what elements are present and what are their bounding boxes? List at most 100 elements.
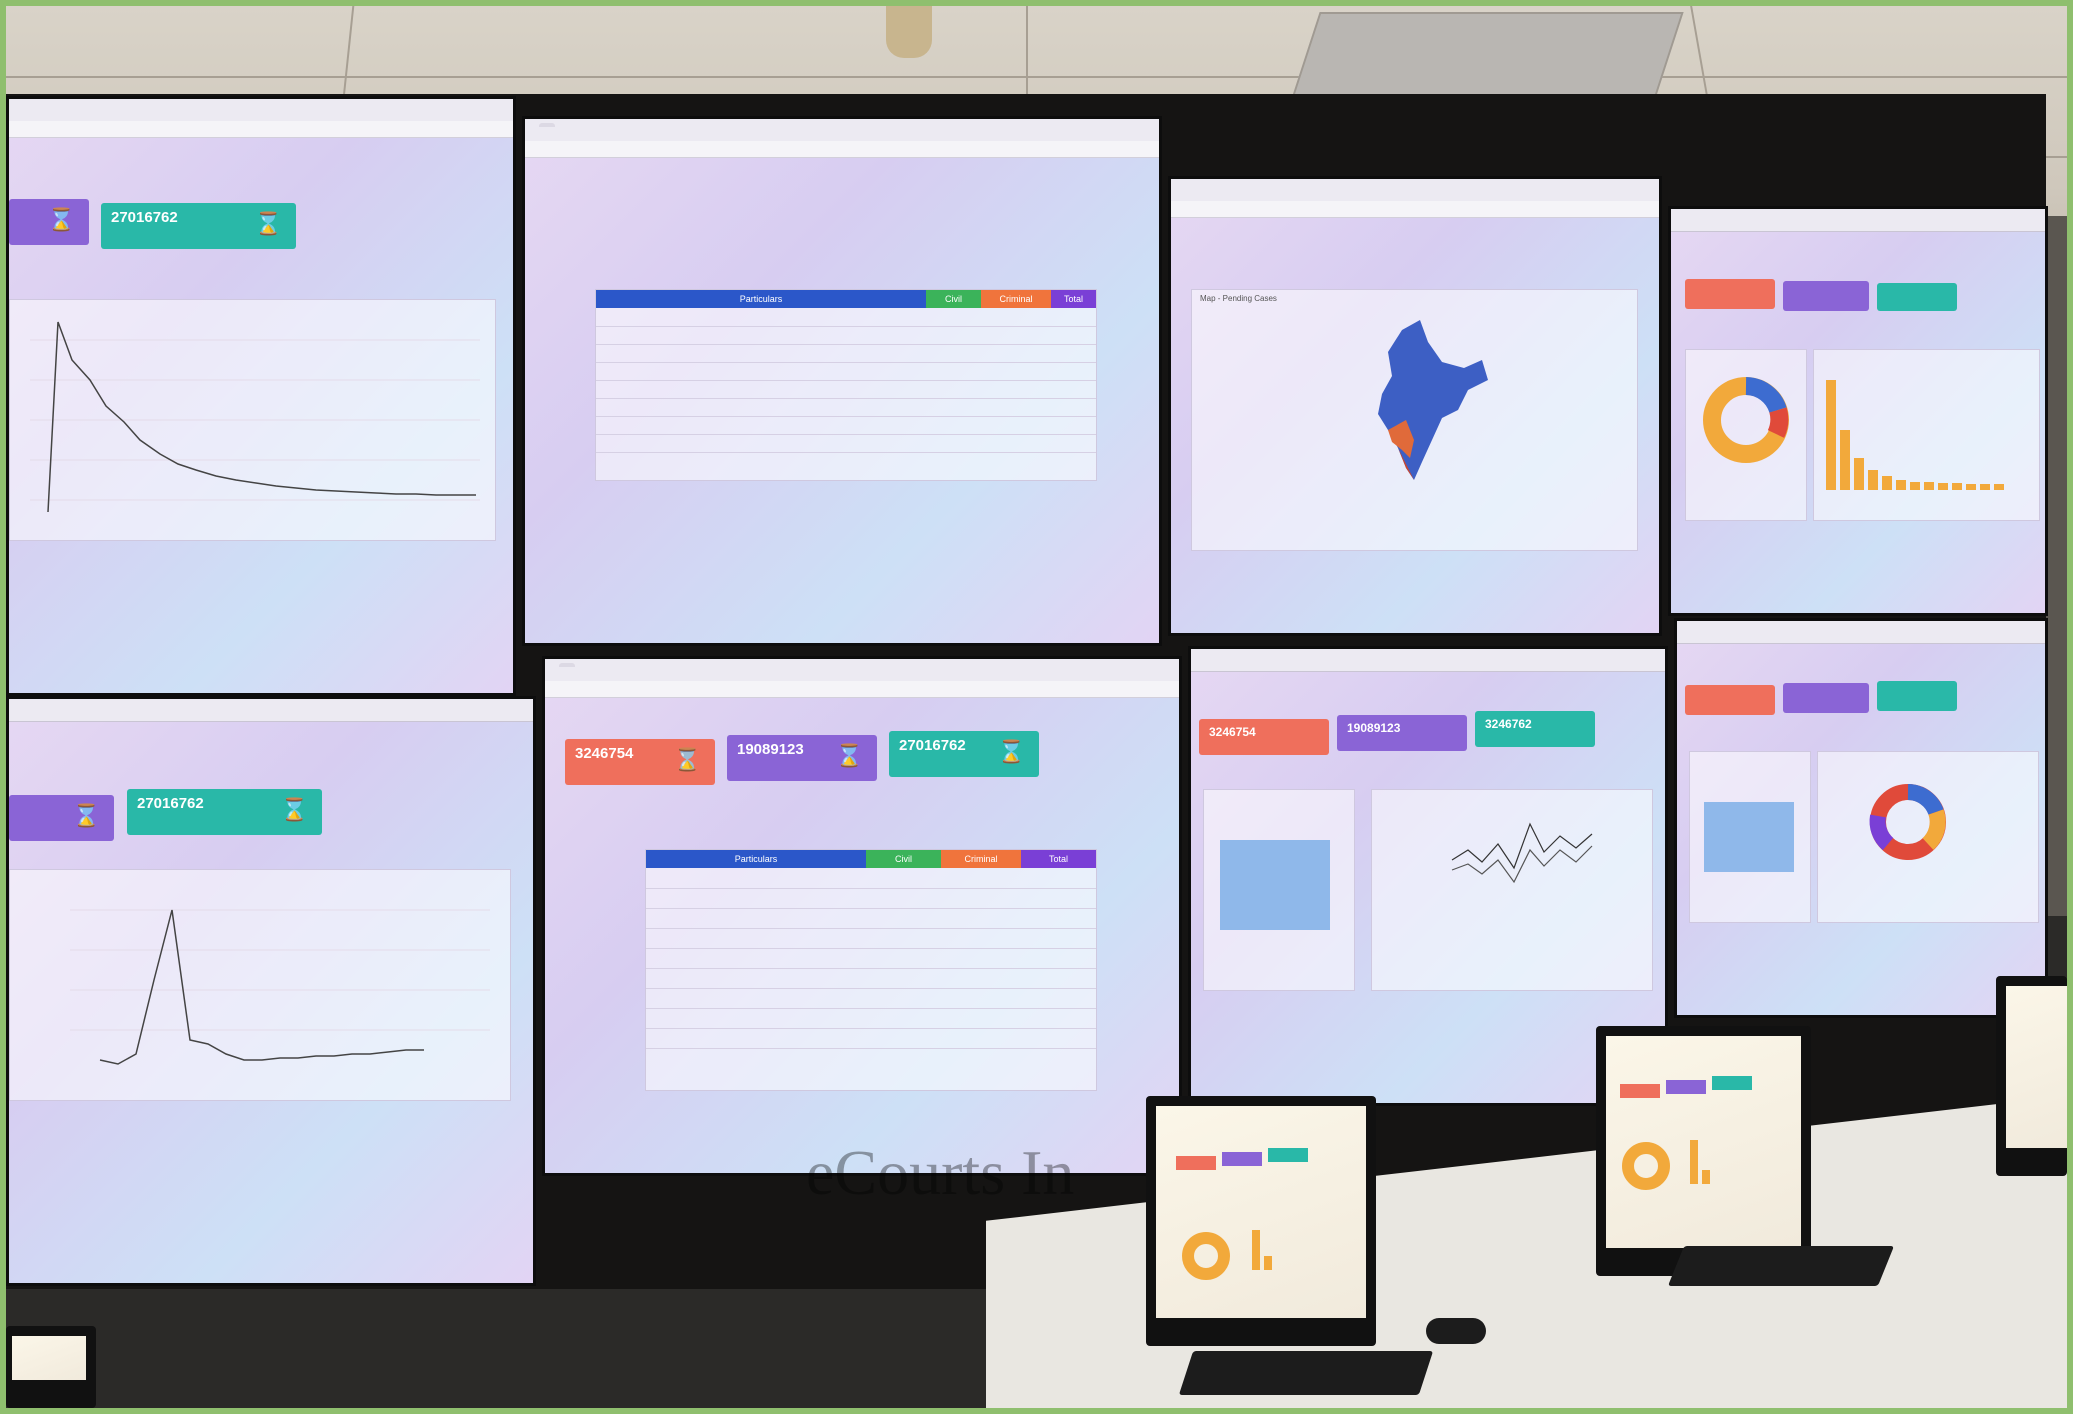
browser-tab-bar: [545, 659, 1179, 682]
tile-b: [1783, 683, 1869, 713]
summary-table: Particulars Civil Criminal Total: [645, 849, 1097, 1091]
tile-total: 27016762 ⌛: [127, 789, 322, 835]
bar-chart-icon: [1826, 380, 2004, 490]
table-header-criminal: Criminal: [981, 290, 1051, 308]
table-header-civil: Civil: [926, 290, 981, 308]
tile-pending-cases: 3246754: [1199, 719, 1329, 755]
table-row: [646, 934, 1096, 949]
browser-tab[interactable]: [559, 663, 575, 667]
url-bar: [1171, 201, 1659, 218]
india-map-icon: [1378, 320, 1488, 480]
table-row: [646, 974, 1096, 989]
desk-monitor: [1596, 1026, 1811, 1276]
table-row: [646, 1014, 1096, 1029]
filter-list[interactable]: [1704, 802, 1794, 872]
table-row: [596, 420, 1096, 435]
url-bar: [9, 121, 513, 138]
photo-frame: ⌛ 27016762 ⌛ Particulars Civil Criminal …: [6, 6, 2067, 1408]
table-row: [646, 994, 1096, 1009]
panel-b: Particulars Civil Criminal Total: [522, 116, 1162, 646]
table-row: [646, 954, 1096, 969]
table-row: [596, 348, 1096, 363]
tile-pending: ⌛: [9, 795, 114, 841]
table-header-total: Total: [1021, 850, 1096, 868]
table-row: [596, 384, 1096, 399]
tile-pending: ⌛: [9, 199, 89, 245]
line-chart-card: [1371, 789, 1653, 991]
mouse: [1426, 1318, 1486, 1344]
tile-b: [1783, 281, 1869, 311]
panel-e: ⌛ 27016762 ⌛: [6, 696, 536, 1286]
hourglass-icon: ⌛: [47, 207, 75, 232]
tile-c: [1877, 681, 1957, 711]
desk-monitor: [1996, 976, 2067, 1176]
table-row: [596, 330, 1096, 345]
browser-tab-bar: [525, 119, 1159, 142]
table-row: [596, 312, 1096, 327]
browser-tab-bar: [1191, 649, 1665, 672]
hourglass-icon: ⌛: [997, 739, 1025, 764]
panel-f: 3246754 ⌛ 19089123 ⌛ 27016762 ⌛ Particul…: [542, 656, 1182, 1176]
keyboard: [1667, 1246, 1895, 1286]
line-chart-icon: [30, 321, 480, 513]
table-header-total: Total: [1051, 290, 1096, 308]
hourglass-icon: ⌛: [254, 211, 282, 236]
tile-disposed-cases: 3246762: [1475, 711, 1595, 747]
table-header-particulars: Particulars: [646, 850, 866, 868]
browser-tab-bar: [1671, 209, 2045, 232]
panel-a: ⌛ 27016762 ⌛: [6, 96, 516, 696]
summary-table: Particulars Civil Criminal Total: [595, 289, 1097, 481]
tile-total: 27016762 ⌛: [101, 203, 296, 249]
desk-monitor: [1146, 1096, 1376, 1346]
table-header-civil: Civil: [866, 850, 941, 868]
hourglass-icon: ⌛: [280, 797, 308, 822]
filter-card: [1689, 751, 1811, 923]
table-row: [646, 914, 1096, 929]
hourglass-icon: ⌛: [673, 747, 701, 772]
watermark: eCourts In: [806, 1137, 1075, 1208]
donut-chart-icon: [1182, 1230, 1272, 1280]
panel-h: [1674, 618, 2048, 1018]
monitor-screen: [1606, 1036, 1801, 1248]
map-card: Map - Pending Cases: [1191, 289, 1638, 551]
filter-list[interactable]: [1220, 840, 1330, 930]
panel-d: [1668, 206, 2048, 616]
tile-instituted-cases: 19089123: [1337, 715, 1467, 751]
donut-chart-icon: [1703, 377, 1789, 463]
browser-tab-bar: [1171, 179, 1659, 202]
hourglass-icon: ⌛: [835, 743, 863, 768]
tile-pending-cases: 3246754 ⌛: [565, 739, 715, 785]
table-row: [596, 366, 1096, 381]
line-chart-card: [9, 869, 511, 1101]
hourglass-icon: ⌛: [72, 803, 100, 828]
filter-card: [1203, 789, 1355, 991]
table-row: [646, 1034, 1096, 1049]
tile-a: [1685, 279, 1775, 309]
ceiling-lamp: [886, 6, 932, 58]
table-row: [596, 438, 1096, 453]
ceiling-grid-line: [6, 76, 2067, 78]
monitor-screen: [1156, 1106, 1366, 1318]
line-chart-icon: [70, 909, 490, 1065]
monitor-screen: [12, 1336, 86, 1380]
monitor-screen: [2006, 986, 2067, 1148]
tile-disposed-cases: 27016762 ⌛: [889, 731, 1039, 777]
table-row: [646, 894, 1096, 909]
tile-instituted-cases: 19089123 ⌛: [727, 735, 877, 781]
donut-card: [1685, 349, 1807, 521]
donut-card: [1817, 751, 2039, 923]
ceiling-vent: [1292, 12, 1684, 96]
line-chart-icon: [1451, 822, 1593, 884]
url-bar: [525, 141, 1159, 158]
browser-tab-bar: [1677, 621, 2045, 644]
table-row: [596, 402, 1096, 417]
tile-a: [1685, 685, 1775, 715]
bar-card: [1813, 349, 2040, 521]
browser-tab-bar: [9, 699, 533, 722]
browser-tab-bar: [9, 99, 513, 122]
keyboard: [1178, 1351, 1434, 1395]
line-chart-card: [9, 299, 496, 541]
tile-value: 3246762: [1485, 717, 1532, 731]
browser-tab[interactable]: [539, 123, 555, 127]
desk-monitor: [6, 1326, 96, 1408]
